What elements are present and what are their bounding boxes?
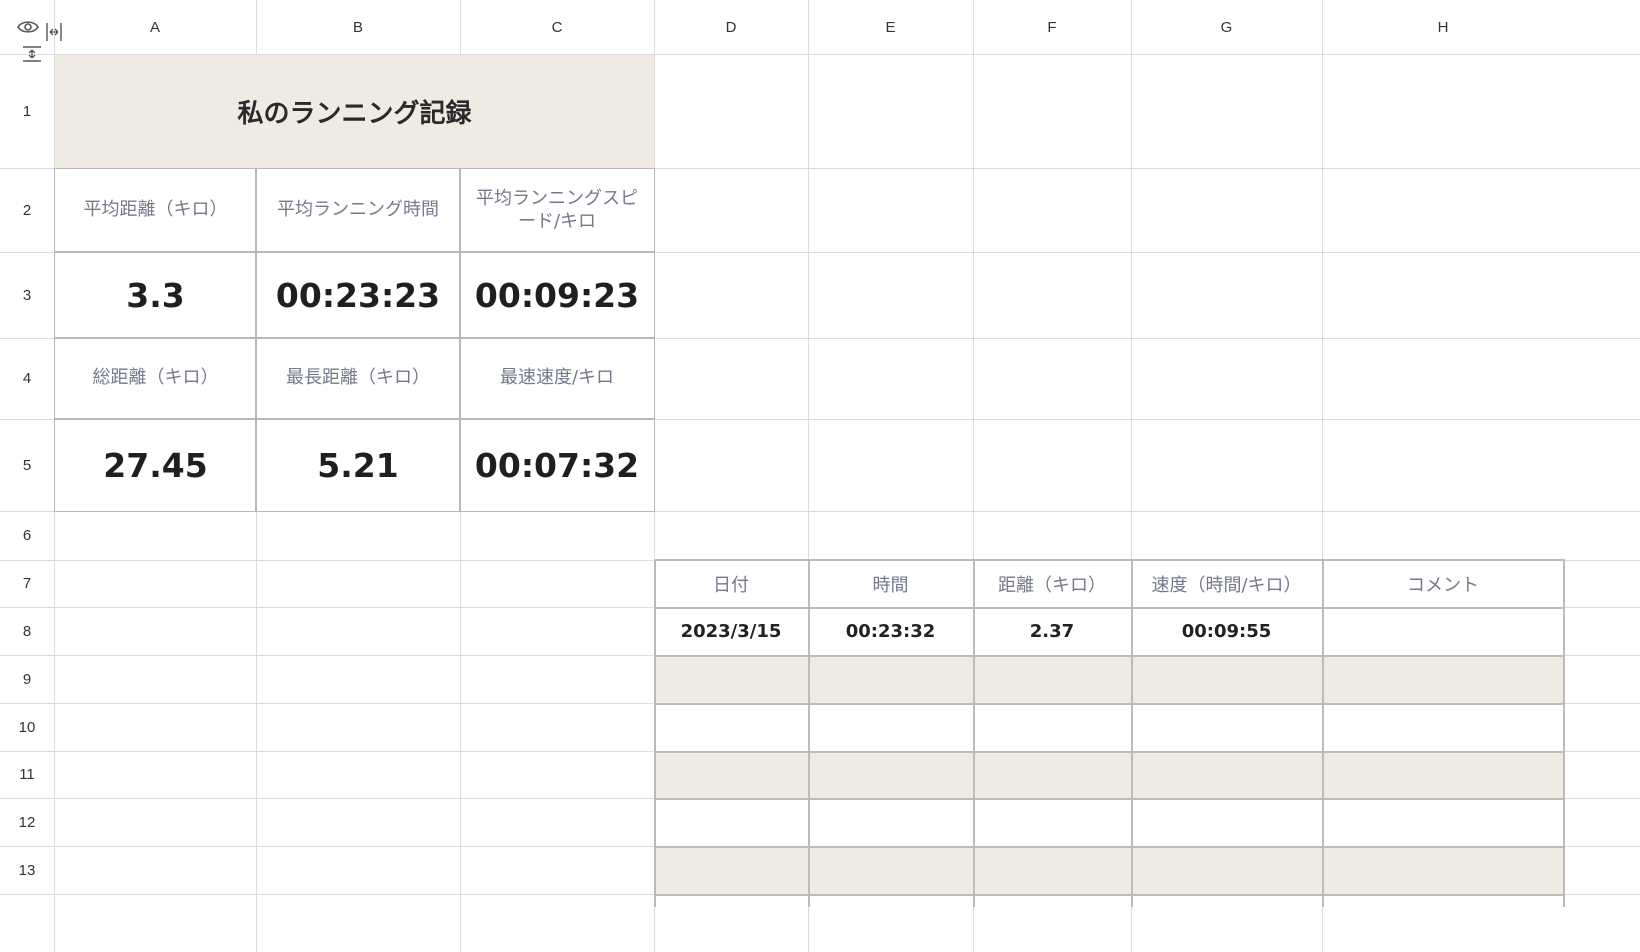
- total-distance-label[interactable]: 総距離（キロ）: [54, 337, 257, 420]
- table-header-distance[interactable]: 距離（キロ）: [973, 560, 1131, 607]
- spreadsheet[interactable]: A B C D E F G H 1 2 3 4 5 6 7 8 9 10 11 …: [0, 0, 1640, 952]
- avg-time-value[interactable]: 00:23:23: [255, 251, 461, 339]
- row-header-10[interactable]: 10: [0, 703, 54, 751]
- table-header-comment[interactable]: コメント: [1322, 560, 1564, 607]
- column-header-e[interactable]: E: [808, 0, 973, 54]
- avg-distance-value[interactable]: 3.3: [54, 251, 257, 339]
- row-header-2[interactable]: 2: [0, 168, 54, 252]
- avg-speed-label[interactable]: 平均ランニングスピード/キロ: [459, 168, 655, 253]
- table-header-date[interactable]: 日付: [654, 560, 808, 607]
- row-header-4[interactable]: 4: [0, 338, 54, 419]
- eye-icon[interactable]: [16, 17, 40, 37]
- row-header-12[interactable]: 12: [0, 798, 54, 846]
- fastest-speed-label[interactable]: 最速速度/キロ: [459, 337, 655, 420]
- avg-time-label[interactable]: 平均ランニング時間: [255, 168, 461, 253]
- row-header-6[interactable]: 6: [0, 511, 54, 560]
- table-row-1-date[interactable]: 2023/3/15: [654, 607, 808, 655]
- column-header-f[interactable]: F: [973, 0, 1131, 54]
- longest-distance-label[interactable]: 最長距離（キロ）: [255, 337, 461, 420]
- column-header-h[interactable]: H: [1322, 0, 1564, 54]
- row-header-1[interactable]: 1: [0, 54, 54, 168]
- table-row-1-speed[interactable]: 00:09:55: [1131, 607, 1322, 655]
- table-row-1-distance[interactable]: 2.37: [973, 607, 1131, 655]
- row-header-11[interactable]: 11: [0, 751, 54, 798]
- column-header-d[interactable]: D: [654, 0, 808, 54]
- dashboard-title[interactable]: 私のランニング記録: [55, 55, 654, 168]
- row-header-5[interactable]: 5: [0, 419, 54, 511]
- avg-distance-label[interactable]: 平均距離（キロ）: [54, 168, 257, 253]
- longest-distance-value[interactable]: 5.21: [255, 418, 461, 512]
- column-header-b[interactable]: B: [256, 0, 460, 54]
- avg-speed-value[interactable]: 00:09:23: [459, 251, 655, 339]
- row-header-8[interactable]: 8: [0, 607, 54, 655]
- row-header-7[interactable]: 7: [0, 560, 54, 607]
- column-header-g[interactable]: G: [1131, 0, 1322, 54]
- table-row-1-time[interactable]: 00:23:32: [808, 607, 973, 655]
- table-band-row-9: [654, 656, 1564, 703]
- column-header-c[interactable]: C: [460, 0, 654, 54]
- total-distance-value[interactable]: 27.45: [54, 418, 257, 512]
- row-header-9[interactable]: 9: [0, 655, 54, 703]
- row-header-13[interactable]: 13: [0, 846, 54, 894]
- column-header-a[interactable]: A: [54, 0, 256, 54]
- table-row-1-comment[interactable]: [1322, 607, 1564, 655]
- fastest-speed-value[interactable]: 00:07:32: [459, 418, 655, 512]
- table-band-row-13: [654, 847, 1564, 894]
- table-header-speed[interactable]: 速度（時間/キロ）: [1131, 560, 1322, 607]
- table-header-time[interactable]: 時間: [808, 560, 973, 607]
- row-header-3[interactable]: 3: [0, 252, 54, 338]
- table-band-row-11: [654, 752, 1564, 798]
